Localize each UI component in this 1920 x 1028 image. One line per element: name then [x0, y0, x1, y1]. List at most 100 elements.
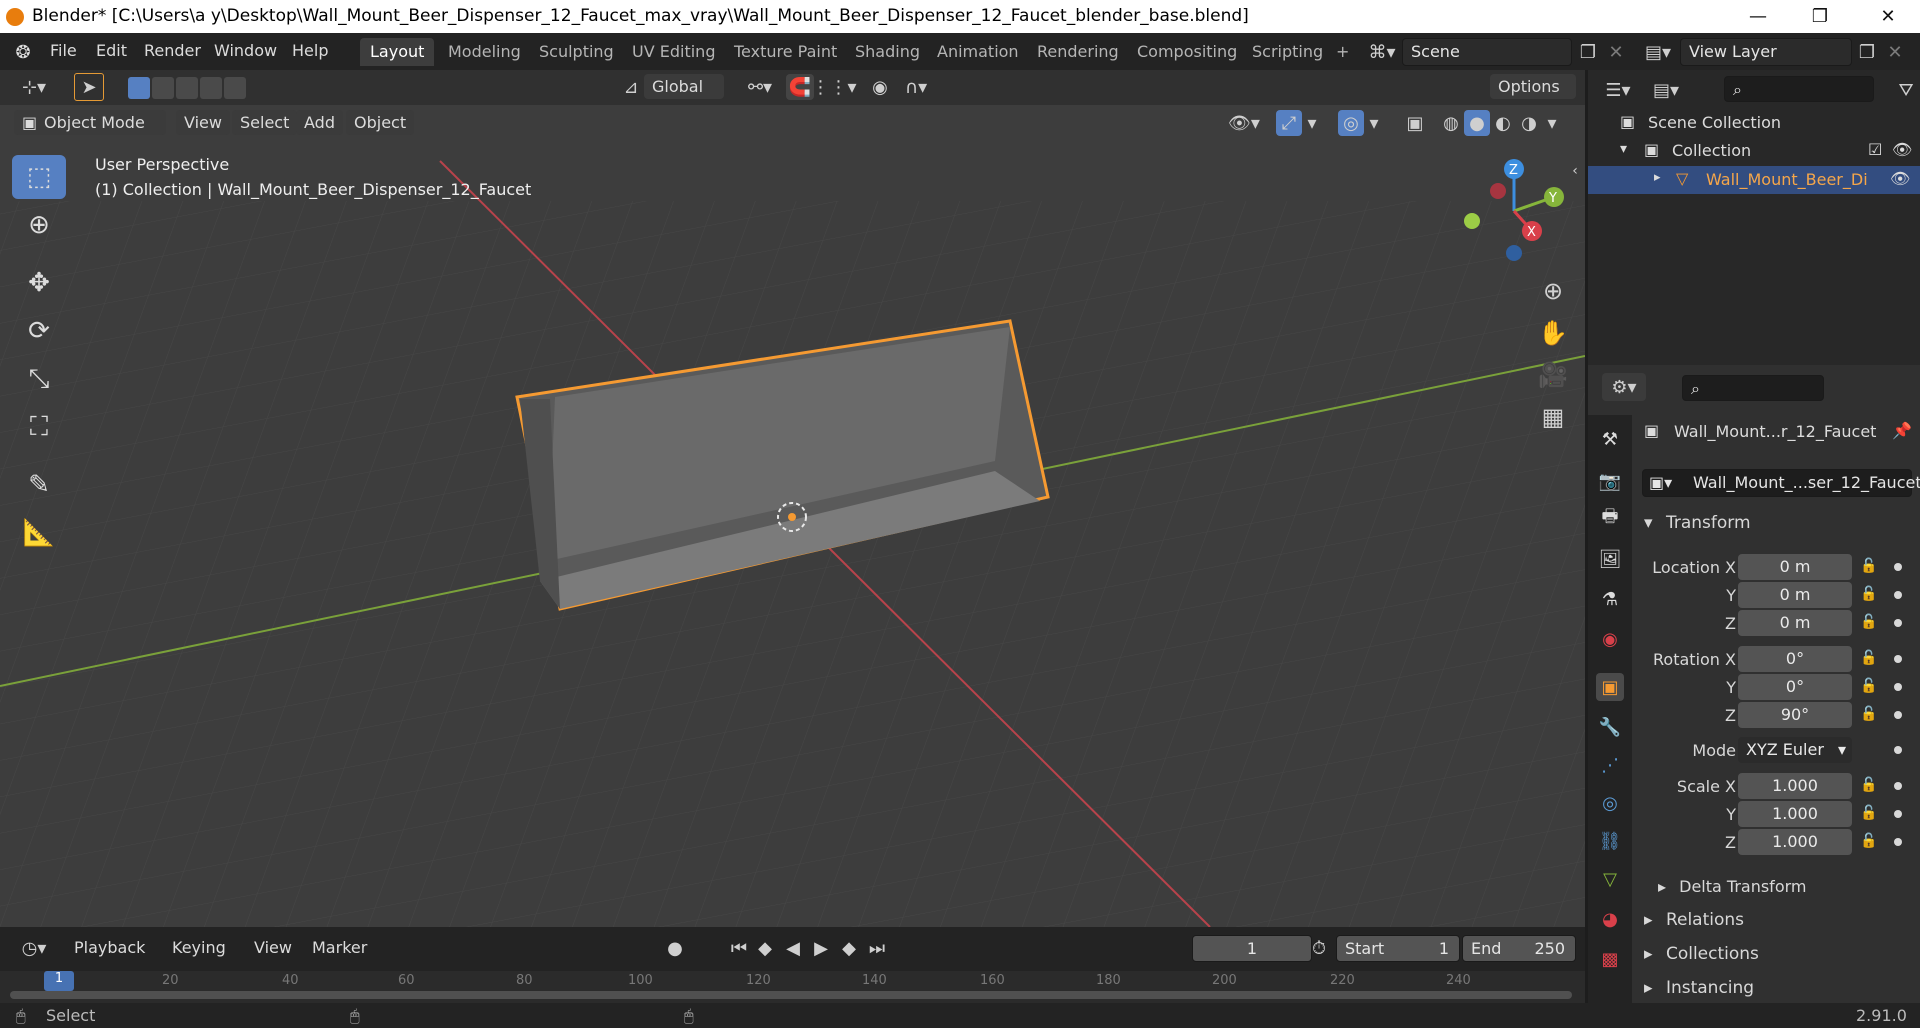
select-extend-icon[interactable] [152, 77, 174, 99]
menu-file[interactable]: File [50, 41, 77, 60]
mode-dropdown[interactable]: ▣ Object Mode [14, 110, 166, 135]
filter-icon[interactable]: ⛛ [1894, 78, 1918, 102]
new-view-layer-icon[interactable]: ❐ [1854, 39, 1880, 65]
timeline-menu-marker[interactable]: Marker [304, 935, 375, 960]
material-tab-icon[interactable]: ◕ [1596, 905, 1624, 933]
collections-panel-header[interactable]: ▸ Collections [1644, 944, 1759, 964]
tab-modeling[interactable]: Modeling [438, 38, 531, 66]
current-frame-field[interactable]: 1 [1192, 935, 1312, 962]
tab-scripting[interactable]: Scripting [1242, 38, 1333, 66]
proportional-editing-icon[interactable]: ◉ [866, 74, 894, 100]
pin-icon[interactable]: 📌 [1892, 421, 1912, 440]
3d-viewport[interactable]: User Perspective (1) Collection | Wall_M… [0, 141, 1585, 927]
select-new-icon[interactable] [128, 77, 150, 99]
texture-tab-icon[interactable]: ▩ [1596, 945, 1624, 973]
scale-tool-icon[interactable]: ⤡ [12, 357, 66, 401]
view-layer-selector-icon[interactable]: ▤▾ [1640, 39, 1676, 65]
snap-toggle-icon[interactable]: 🧲 [786, 74, 814, 100]
outliner-row-collection[interactable]: ▾ ▣ Collection ☑ 👁 [1620, 138, 1912, 164]
keyframe-dot-icon[interactable] [1894, 619, 1902, 627]
delta-transform-subpanel[interactable]: ▸ Delta Transform [1658, 877, 1806, 896]
delete-scene-icon[interactable]: ✕ [1603, 39, 1629, 65]
scene-name-field[interactable]: Scene [1402, 38, 1572, 66]
outliner-search-input[interactable]: ⌕ [1724, 76, 1874, 102]
wireframe-shading-icon[interactable]: ◍ [1438, 110, 1464, 136]
scene-selector-icon[interactable]: ⌘▾ [1364, 39, 1400, 65]
location-x-field[interactable]: 0 m [1738, 554, 1852, 580]
cursor-tool-icon[interactable]: ⊕ [12, 203, 66, 247]
timeline-menu-playback[interactable]: Playback [66, 935, 153, 960]
timeline-menu-keying[interactable]: Keying [164, 935, 234, 960]
select-invert-icon[interactable] [200, 77, 222, 99]
viewport-menu-object[interactable]: Object [346, 110, 415, 135]
eye-icon[interactable]: 👁 [1890, 169, 1910, 188]
lock-icon[interactable]: 🔓 [1860, 586, 1880, 606]
expand-chevron-icon[interactable]: ▾ [1620, 141, 1627, 157]
modifier-tab-icon[interactable]: 🔧 [1596, 713, 1624, 741]
tab-shading[interactable]: Shading [845, 38, 930, 66]
keyframe-dot-icon[interactable] [1894, 655, 1902, 663]
checkbox-icon[interactable]: ☑ [1868, 140, 1882, 159]
prev-keyframe-icon[interactable]: ◆ [752, 935, 778, 961]
time-icon[interactable]: ⏱ [1306, 935, 1332, 961]
maximize-button[interactable]: ❐ [1792, 0, 1848, 33]
scale-y-field[interactable]: 1.000 [1738, 801, 1852, 827]
instancing-panel-header[interactable]: ▸ Instancing [1644, 978, 1754, 998]
tab-animation[interactable]: Animation [927, 38, 1029, 66]
sidebar-toggle-icon[interactable]: ‹ [1565, 161, 1585, 181]
constraints-tab-icon[interactable]: ⛓ [1596, 827, 1624, 855]
new-scene-icon[interactable]: ❐ [1575, 39, 1601, 65]
proportional-falloff-icon[interactable]: ∩▾ [896, 74, 936, 100]
close-button[interactable]: ✕ [1860, 0, 1916, 33]
timeline-scrollbar[interactable] [10, 991, 1572, 999]
editor-type-icon[interactable]: ⊹▾ [12, 74, 56, 100]
menu-edit[interactable]: Edit [96, 41, 127, 60]
keyframe-dot-icon[interactable] [1894, 591, 1902, 599]
output-tab-icon[interactable]: 🖶 [1596, 505, 1624, 533]
lock-icon[interactable]: 🔓 [1860, 650, 1880, 670]
keyframe-dot-icon[interactable] [1894, 563, 1902, 571]
jump-start-icon[interactable]: ⏮ [726, 935, 752, 961]
eye-icon[interactable]: 👁 [1892, 140, 1912, 159]
lock-icon[interactable]: 🔓 [1860, 777, 1880, 797]
scene-tab-icon[interactable]: ⚗ [1596, 585, 1624, 613]
solid-shading-icon[interactable]: ● [1464, 110, 1490, 136]
scale-x-field[interactable]: 1.000 [1738, 773, 1852, 799]
add-workspace-button[interactable]: + [1332, 38, 1353, 66]
autokey-record-icon[interactable]: ● [662, 935, 688, 961]
keyframe-dot-icon[interactable] [1894, 683, 1902, 691]
material-shading-icon[interactable]: ◐ [1490, 110, 1516, 136]
rendered-shading-icon[interactable]: ◑ [1516, 110, 1542, 136]
camera-view-icon[interactable]: 🎥 [1533, 355, 1573, 395]
lock-icon[interactable]: 🔓 [1860, 614, 1880, 634]
keyframe-dot-icon[interactable] [1894, 782, 1902, 790]
options-dropdown[interactable]: Options [1490, 74, 1576, 99]
end-frame-field[interactable]: End 250 [1462, 935, 1576, 962]
select-box-tool-icon[interactable]: ⬚ [12, 155, 66, 199]
rotation-z-field[interactable]: 90° [1738, 702, 1852, 728]
physics-tab-icon[interactable]: ◎ [1596, 789, 1624, 817]
tab-texture-paint[interactable]: Texture Paint [724, 38, 847, 66]
menu-help[interactable]: Help [292, 41, 328, 60]
tab-rendering[interactable]: Rendering [1027, 38, 1129, 66]
object-name-row[interactable]: ▣ Wall_Mount...r_12_Faucet 📌 [1644, 417, 1920, 447]
xray-toggle-icon[interactable]: ▣ [1402, 110, 1428, 136]
keyframe-dot-icon[interactable] [1894, 746, 1902, 754]
tool-tab-icon[interactable]: ⚒ [1596, 425, 1624, 453]
tab-sculpting[interactable]: Sculpting [529, 38, 624, 66]
view-layer-tab-icon[interactable]: 🖼 [1596, 545, 1624, 573]
view-layer-name-field[interactable]: View Layer [1680, 38, 1852, 66]
visibility-icon[interactable]: 👁▾ [1224, 110, 1264, 136]
start-frame-field[interactable]: Start 1 [1336, 935, 1460, 962]
properties-search-input[interactable]: ⌕ [1682, 375, 1824, 401]
viewport-menu-select[interactable]: Select [232, 110, 298, 135]
timeline-menu-view[interactable]: View [246, 935, 300, 960]
location-y-field[interactable]: 0 m [1738, 582, 1852, 608]
overlays-dropdown-icon[interactable]: ▾ [1364, 110, 1384, 136]
rotation-y-field[interactable]: 0° [1738, 674, 1852, 700]
keyframe-dot-icon[interactable] [1894, 838, 1902, 846]
jump-end-icon[interactable]: ⏭ [864, 935, 890, 961]
play-reverse-icon[interactable]: ◀ [780, 935, 806, 961]
gizmo-dropdown-icon[interactable]: ▾ [1302, 110, 1322, 136]
lock-icon[interactable]: 🔓 [1860, 678, 1880, 698]
